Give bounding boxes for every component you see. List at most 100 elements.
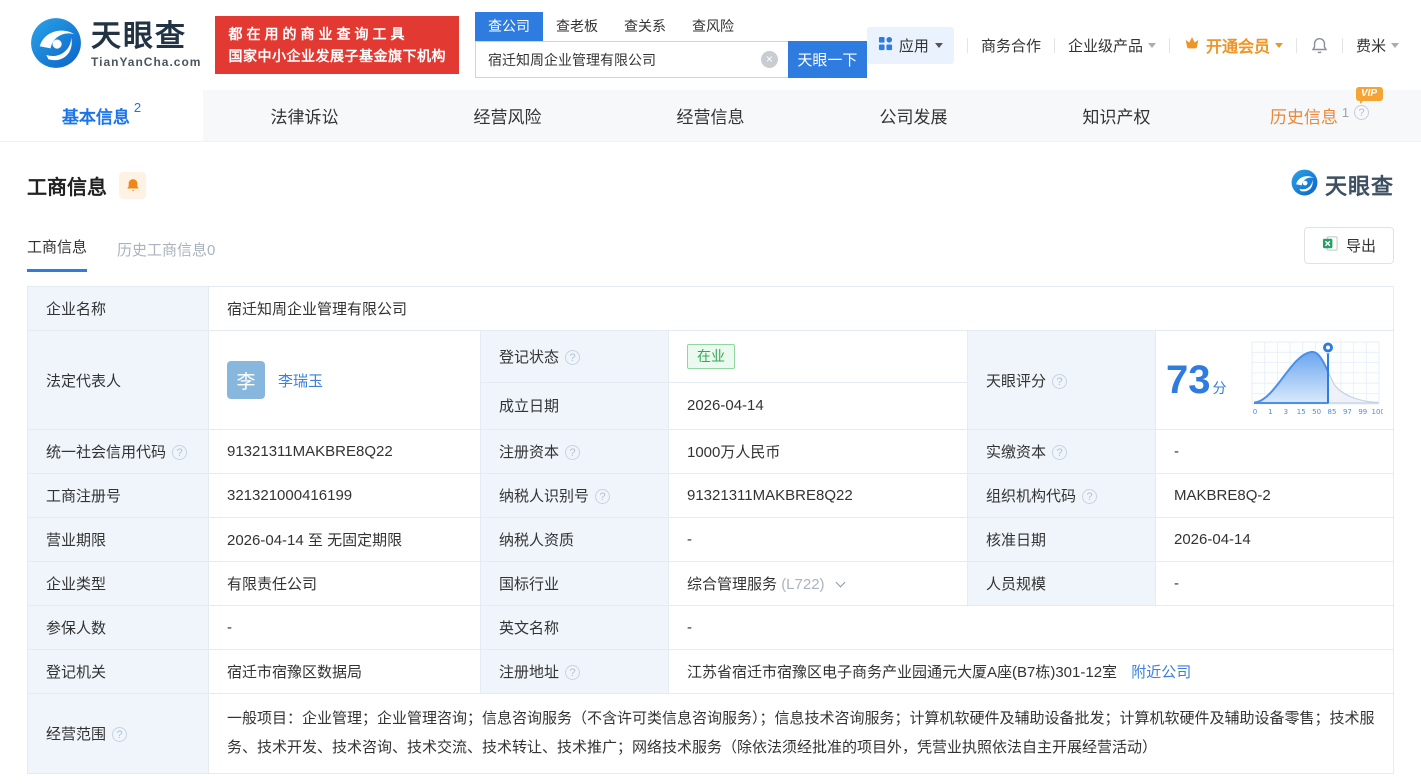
field-value-business-term: 2026-04-14 至 无固定期限 — [208, 517, 481, 562]
export-button[interactable]: 导出 — [1303, 227, 1394, 264]
divider — [1168, 37, 1170, 53]
field-label-business-term: 营业期限 — [27, 517, 209, 562]
label-text: 经营范围 — [46, 725, 107, 743]
header-nav: 应用 商务合作 企业级产品 开通会员 费米 — [866, 26, 1399, 64]
label-text: 人员规模 — [986, 576, 1047, 593]
apps-grid-icon — [878, 36, 893, 55]
industry-code: (L722) — [781, 576, 825, 593]
field-value-paid-capital: - — [1155, 429, 1394, 474]
tab-intellectual-property[interactable]: 知识产权 — [1015, 90, 1218, 141]
svg-text:100: 100 — [1372, 408, 1383, 416]
nav-vip[interactable]: 开通会员 — [1183, 33, 1283, 57]
help-icon[interactable]: ? — [565, 665, 581, 680]
label-text: 企业类型 — [46, 576, 107, 593]
label-text: 登记机关 — [46, 664, 107, 681]
tab-operation-info[interactable]: 经营信息 — [609, 90, 812, 141]
label-text: 企业名称 — [46, 301, 107, 318]
field-value-taxpayer-id: 91321311MAKBRE8Q22 — [668, 473, 968, 518]
search-tab-relation[interactable]: 查关系 — [611, 12, 679, 41]
search-button[interactable]: 天眼一下 — [787, 41, 867, 78]
help-icon[interactable]: ? — [172, 445, 188, 460]
help-icon[interactable]: ? — [1354, 105, 1370, 120]
divider — [1053, 37, 1055, 53]
crown-icon — [1183, 34, 1201, 56]
field-label-reg-status: 登记状态? — [480, 330, 669, 383]
watermark-text: 天眼查 — [1324, 174, 1394, 199]
help-icon[interactable]: ? — [1052, 373, 1068, 389]
help-icon[interactable]: ? — [565, 349, 581, 365]
label-text: 纳税人识别号 — [499, 488, 590, 505]
subtab-business-info[interactable]: 工商信息 — [27, 236, 88, 272]
field-value-score: 73 分 0 1 3 15 50 85 97 99 10 — [1155, 330, 1394, 430]
score-value: 73 分 — [1166, 360, 1227, 400]
tab-label: 历史信息 — [1269, 108, 1338, 127]
clear-icon[interactable]: × — [760, 51, 778, 68]
score-distribution-chart[interactable]: 0 1 3 15 50 85 97 99 100 — [1249, 339, 1385, 421]
vip-badge: VIP — [1355, 87, 1384, 104]
field-label-legal-rep: 法定代表人 — [27, 330, 209, 430]
divider — [1295, 37, 1297, 53]
value-text: 1000万人民币 — [687, 444, 781, 461]
legal-rep-link[interactable]: 李瑞玉 — [278, 370, 323, 391]
field-label-reg-address: 注册地址? — [480, 649, 669, 694]
help-icon[interactable]: ? — [112, 726, 128, 742]
avatar[interactable]: 李 — [227, 361, 265, 399]
field-value-insured-count: - — [208, 605, 481, 650]
tab-history-info[interactable]: 历史信息 1 ? VIP — [1218, 87, 1421, 141]
search-tab-boss[interactable]: 查老板 — [543, 12, 611, 41]
status-badge: 在业 — [687, 343, 735, 370]
value-text: 91321311MAKBRE8Q22 — [687, 487, 853, 504]
tab-company-development[interactable]: 公司发展 — [812, 90, 1015, 141]
field-label-establish-date: 成立日期 — [480, 381, 669, 431]
tab-label: 法律诉讼 — [270, 108, 339, 127]
value-text: - — [227, 619, 232, 636]
label-text: 纳税人资质 — [499, 532, 575, 549]
value-text: - — [1174, 575, 1179, 592]
label-text: 营业期限 — [46, 532, 107, 549]
help-icon[interactable]: ? — [1082, 489, 1098, 504]
nav-enterprise-products[interactable]: 企业级产品 — [1068, 35, 1156, 56]
slogan-line2: 国家中小企业发展子基金旗下机构 — [228, 48, 446, 64]
field-value-company-type: 有限责任公司 — [208, 561, 481, 606]
label-text: 组织机构代码 — [986, 488, 1077, 505]
business-scope-text: 一般项目：企业管理；企业管理咨询；信息咨询服务（不含许可类信息咨询服务）；信息技… — [227, 710, 1375, 757]
tab-label: 基本信息 — [61, 108, 130, 127]
label-text: 注册地址 — [499, 664, 560, 681]
score-number: 73 — [1166, 358, 1211, 402]
label-text: 工商注册号 — [46, 488, 122, 505]
search-tab-risk[interactable]: 查风险 — [679, 12, 747, 41]
tianyancha-logo[interactable]: 天眼查 TianYanCha.com — [30, 17, 201, 74]
subtab-history-business-info[interactable]: 历史工商信息0 — [117, 239, 215, 272]
value-text: 2026-04-14 至 无固定期限 — [227, 532, 403, 549]
help-icon[interactable]: ? — [565, 445, 581, 460]
nav-user-menu[interactable]: 费米 — [1356, 35, 1399, 56]
field-label-staff-size: 人员规模 — [967, 561, 1156, 606]
monitor-bell-button[interactable] — [119, 171, 146, 199]
tab-legal-litigation[interactable]: 法律诉讼 — [203, 90, 406, 141]
table-row: 参保人数 - 英文名称 - — [27, 605, 1394, 650]
search-input[interactable] — [475, 51, 761, 68]
value-text: 91321311MAKBRE8Q22 — [227, 443, 393, 460]
apps-menu[interactable]: 应用 — [866, 26, 954, 64]
field-value-reg-number: 321321000416199 — [208, 473, 481, 518]
svg-text:3: 3 — [1284, 408, 1288, 416]
nearby-companies-link[interactable]: 附近公司 — [1131, 664, 1191, 681]
tianyancha-logo-icon — [30, 17, 82, 74]
help-icon[interactable]: ? — [595, 489, 611, 504]
tab-operation-risk[interactable]: 经营风险 — [406, 90, 609, 141]
notifications-bell[interactable] — [1310, 36, 1329, 55]
help-icon[interactable]: ? — [1052, 445, 1068, 460]
search-tab-company[interactable]: 查公司 — [474, 12, 543, 41]
field-value-staff-size: - — [1155, 561, 1394, 606]
field-label-english-name: 英文名称 — [480, 605, 669, 650]
nav-cooperation[interactable]: 商务合作 — [981, 35, 1041, 56]
label-text: 登记状态 — [499, 348, 560, 366]
tab-basic-info[interactable]: 基本信息 2 — [0, 90, 203, 141]
field-value-reg-address: 江苏省宿迁市宿豫区电子商务产业园通元大厦A座(B7栋)301-12室 附近公司 — [668, 649, 1394, 694]
export-label: 导出 — [1345, 238, 1376, 255]
chevron-down-icon[interactable] — [835, 577, 846, 588]
value-text: 321321000416199 — [227, 487, 353, 504]
field-value-establish-date: 2026-04-14 — [668, 381, 968, 431]
tab-label: 公司发展 — [879, 108, 948, 127]
field-label-industry: 国标行业 — [480, 561, 669, 606]
